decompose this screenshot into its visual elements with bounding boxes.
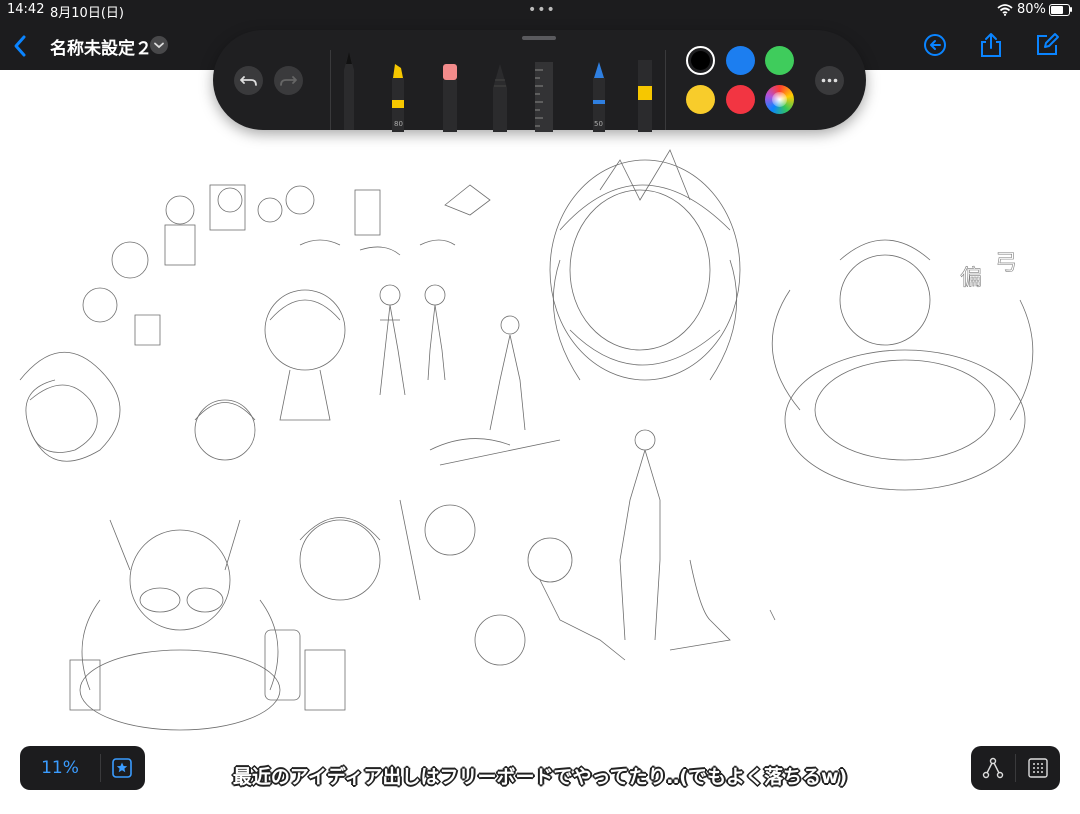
toolbar-divider [665, 50, 666, 130]
freeform-canvas[interactable]: 偏 弓 [0, 70, 1080, 810]
redo-button[interactable] [274, 66, 303, 95]
color-swatch-red[interactable] [726, 85, 755, 114]
wifi-icon [997, 4, 1013, 16]
battery-nub [1070, 7, 1072, 12]
svg-text:偏: 偏 [960, 266, 982, 291]
tool-ruler[interactable] [533, 62, 555, 132]
battery-icon [1049, 4, 1070, 16]
tool-highlighter[interactable] [634, 60, 656, 132]
battery-percent: 80% [1017, 2, 1046, 17]
status-time: 14:42 [7, 2, 45, 17]
clock-arrow-icon[interactable] [922, 32, 948, 58]
document-title[interactable]: 名称未設定２ [50, 34, 152, 59]
toolbar-grabber[interactable] [522, 36, 556, 40]
tool-pencil[interactable] [489, 64, 511, 132]
status-date: 8月10日(日) [50, 6, 124, 21]
svg-text:弓: 弓 [995, 251, 1017, 276]
fountain-pen-size-label: 50 [594, 120, 603, 128]
undo-icon [240, 76, 257, 86]
color-picker-multicolor[interactable] [765, 85, 794, 114]
multitasking-menu[interactable]: ••• [528, 2, 556, 18]
color-swatch-blue[interactable] [726, 46, 755, 75]
chevron-down-icon[interactable] [150, 36, 168, 54]
video-caption: 最近のアイディア出しはフリーボードでやってたり‥(でもよく落ちるw) [232, 766, 848, 788]
share-icon[interactable] [978, 32, 1004, 58]
color-swatch-yellow[interactable] [686, 85, 715, 114]
redo-icon [280, 76, 297, 86]
undo-button[interactable] [234, 66, 263, 95]
color-swatch-black[interactable] [686, 46, 715, 75]
color-swatch-fill [691, 51, 710, 70]
drawing-toolbar: 80 50 [213, 30, 866, 132]
chevron-left-icon[interactable] [10, 33, 30, 59]
marker-size-label: 80 [394, 120, 403, 128]
more-options-button[interactable] [815, 66, 844, 95]
tool-pen[interactable] [338, 48, 360, 130]
tool-eraser[interactable] [439, 64, 461, 132]
color-swatch-green[interactable] [765, 46, 794, 75]
color-picker-center [772, 92, 787, 107]
battery-fill [1051, 6, 1063, 14]
sketch-drawings[interactable]: 偏 弓 [0, 70, 1080, 810]
ellipsis-icon [821, 78, 838, 83]
compose-icon[interactable] [1034, 32, 1060, 58]
toolbar-divider [330, 50, 331, 130]
